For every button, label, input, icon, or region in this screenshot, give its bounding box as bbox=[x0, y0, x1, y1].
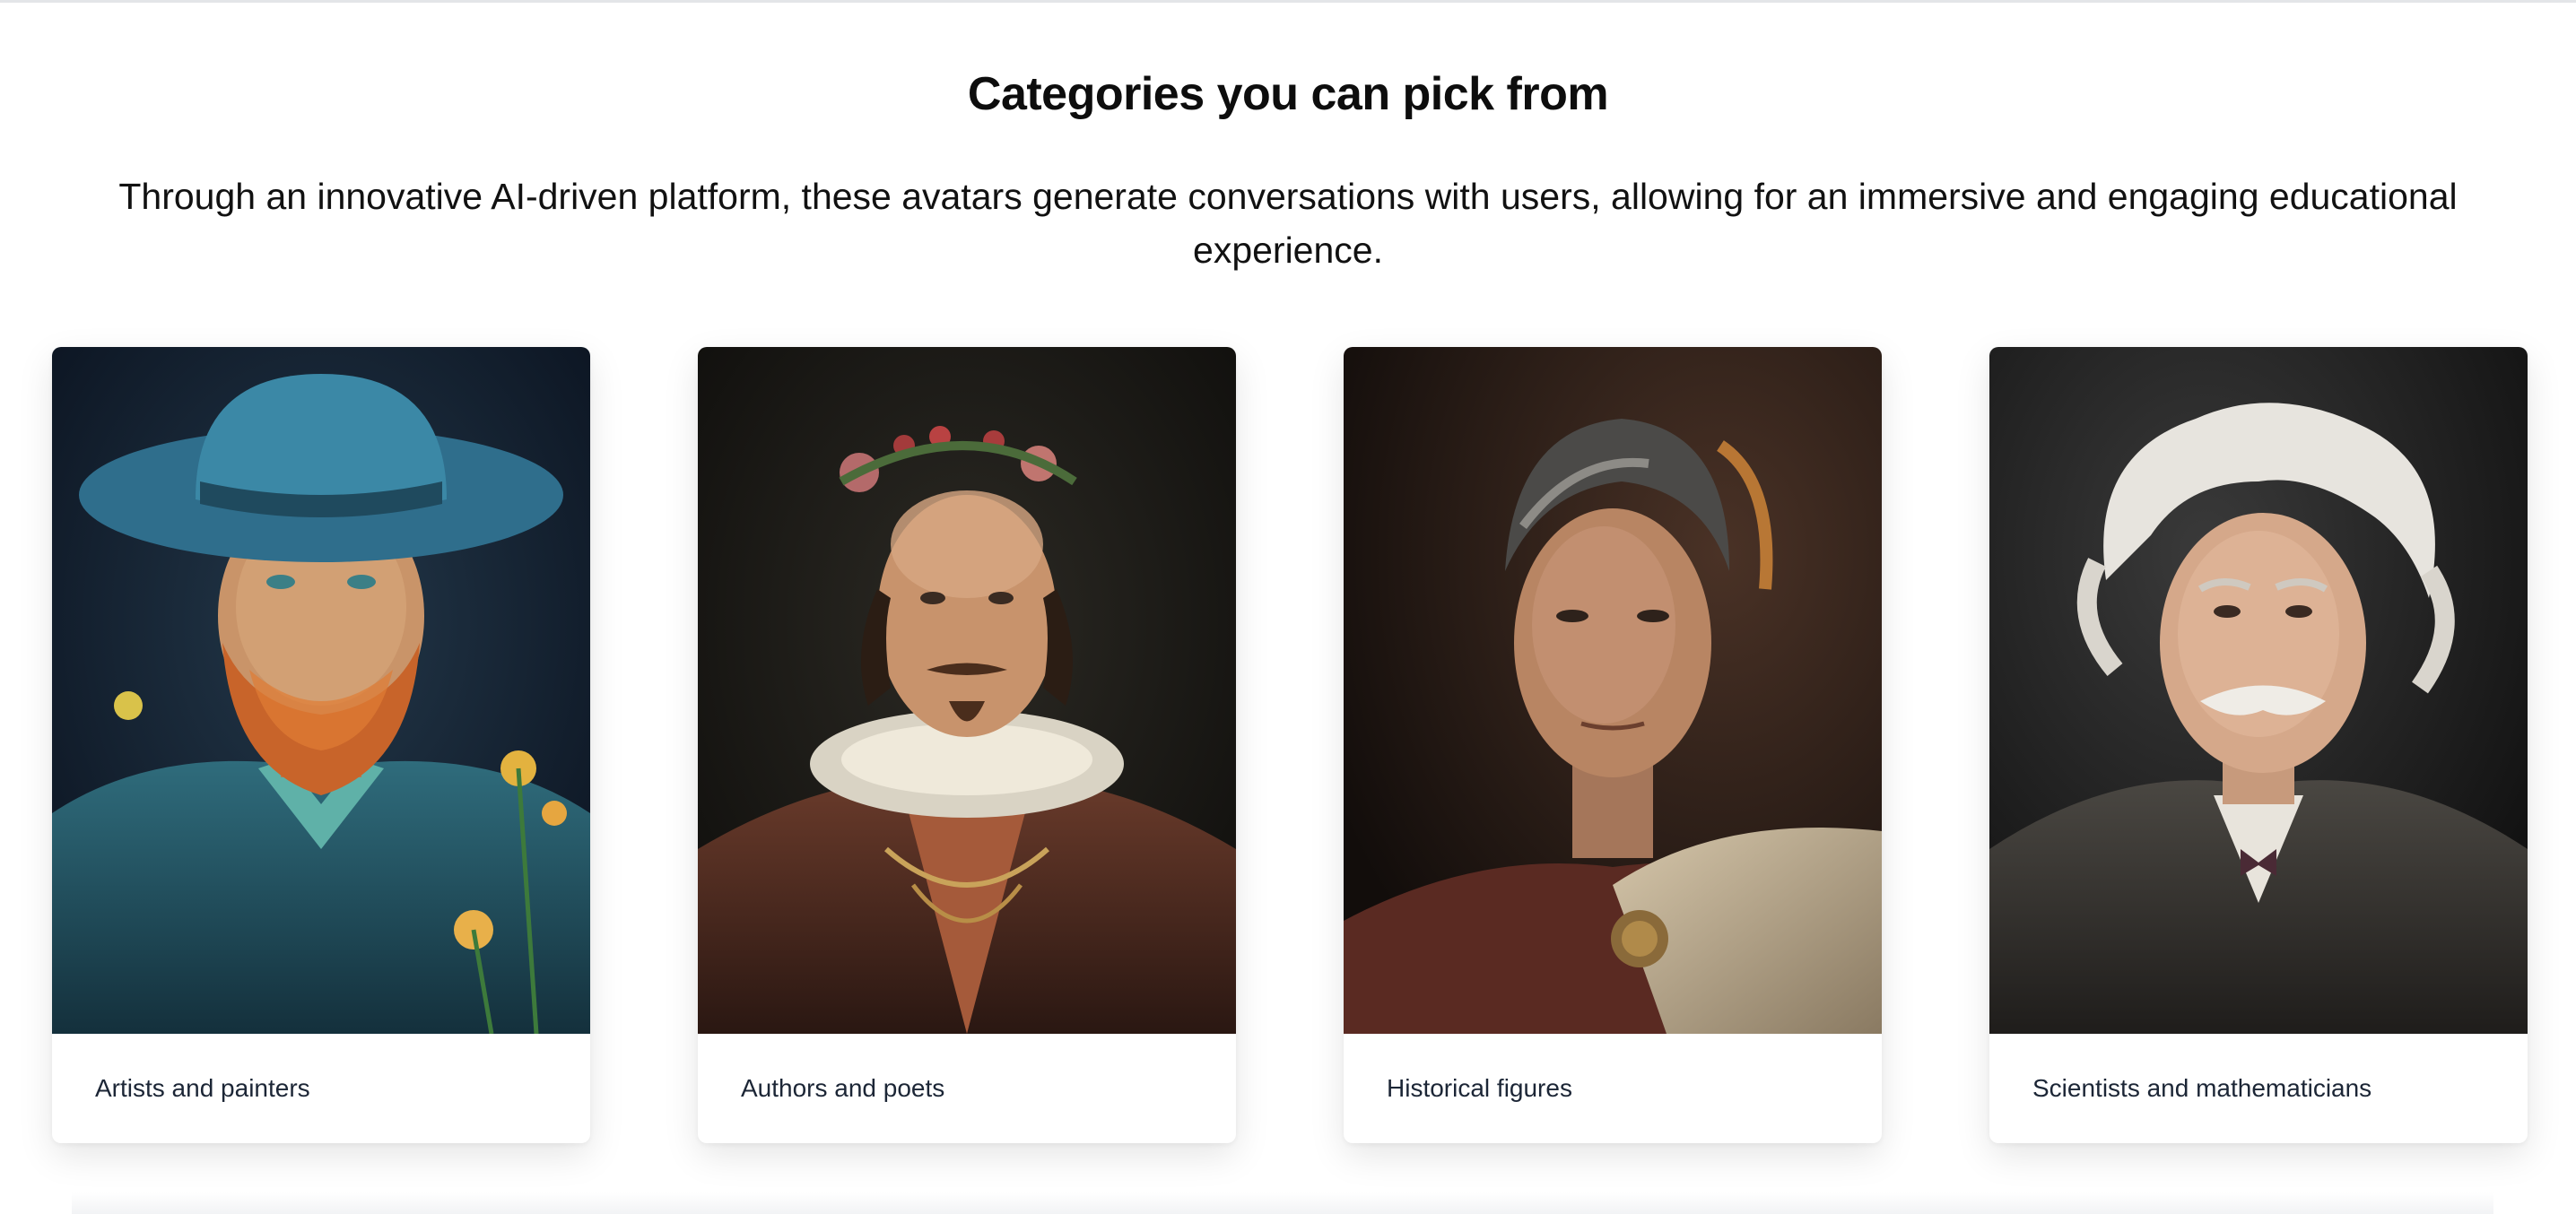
category-card-authors[interactable]: Authors and poets bbox=[698, 347, 1236, 1143]
poet-portrait-icon bbox=[698, 347, 1236, 1034]
section-title: Categories you can pick from bbox=[967, 68, 1609, 121]
section-subtitle: Through an innovative AI-driven platform… bbox=[118, 176, 2458, 271]
categories-section: Categories you can pick from Through an … bbox=[0, 0, 2576, 1214]
card-label: Scientists and mathematicians bbox=[2032, 1074, 2372, 1102]
next-section-edge bbox=[72, 1192, 2493, 1214]
card-label: Authors and poets bbox=[741, 1074, 945, 1102]
card-label: Historical figures bbox=[1387, 1074, 1572, 1102]
scientist-portrait-image bbox=[1989, 347, 2528, 1034]
emperor-portrait-image bbox=[1344, 347, 1882, 1034]
card-label: Artists and painters bbox=[95, 1074, 310, 1102]
scientist-portrait-icon bbox=[1989, 347, 2528, 1034]
poet-portrait-image bbox=[698, 347, 1236, 1034]
emperor-portrait-icon bbox=[1344, 347, 1882, 1034]
category-card-historical[interactable]: Historical figures bbox=[1344, 347, 1882, 1143]
category-card-artists[interactable]: Artists and painters bbox=[52, 347, 590, 1143]
category-cards: Artists and painters Authors and poets H… bbox=[52, 347, 2528, 1145]
painter-portrait-icon bbox=[52, 347, 590, 1034]
painter-portrait-image bbox=[52, 347, 590, 1034]
category-card-scientists[interactable]: Scientists and mathematicians bbox=[1989, 347, 2528, 1143]
